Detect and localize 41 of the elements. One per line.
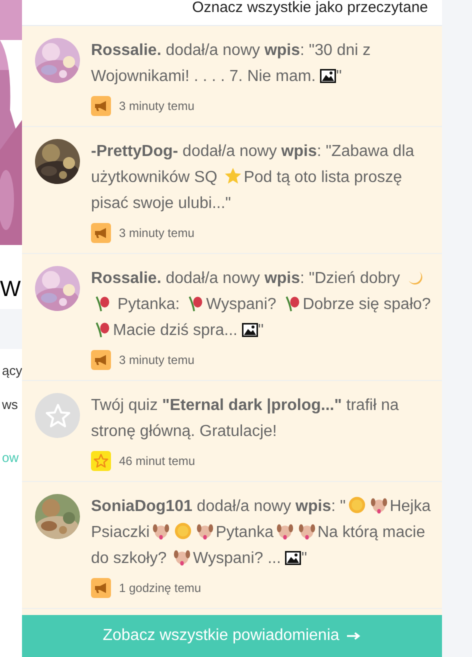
notification-item[interactable]: SoniaDog101 dodał/a nowy wpis: " Hejka Psiaczki Pytanka Na którą macie do szkoły? Wyspani? ... " 1 godzinę temu <box>22 482 442 609</box>
sun-icon <box>174 522 192 540</box>
notification-text: SoniaDog101 dodał/a nowy wpis: " Hejka Psiaczki Pytanka Na którą macie do szkoły? Wyspani? ... " <box>91 495 432 569</box>
notification-time: 1 godzinę temu <box>119 580 202 597</box>
page-text: ws <box>2 396 19 414</box>
image-icon <box>285 551 302 565</box>
dog-face-icon <box>173 548 192 566</box>
notification-item[interactable]: -PrettyDog- dodał/a nowy wpis: "Zabawa dla użytkowników SQ Pod tą oto lista proszę pisać swoje ulubi..." 3 minuty temu <box>22 127 442 254</box>
dog-face-icon <box>196 522 214 540</box>
megaphone-icon <box>91 223 111 243</box>
notification-item[interactable]: Rossalie. dodał/a nowy wpis: "30 dni z Wojownikami! . . . . 7. Nie mam. " 3 minuty temu <box>22 26 442 127</box>
sun-icon <box>348 496 366 514</box>
notification-time: 3 minuty temu <box>119 98 194 115</box>
notification-text: Rossalie. dodał/a nowy wpis: "Dzień dobry Pytanka: Wyspani? Dobrze się spało? Macie dziś spra... " <box>91 267 432 341</box>
arrow-right-icon <box>347 631 362 641</box>
page-text: ący <box>2 362 22 380</box>
star-icon <box>224 167 242 185</box>
rose-icon <box>186 294 204 312</box>
notification-time: 3 minuty temu <box>119 352 194 369</box>
mark-all-read-link[interactable]: Oznacz wszystkie jako przeczytane <box>192 0 428 16</box>
star-avatar-icon <box>35 393 80 438</box>
megaphone-icon <box>91 578 111 598</box>
page-heading: W <box>0 274 21 302</box>
dog-face-icon <box>152 522 170 540</box>
image-icon <box>320 69 336 83</box>
notification-time: 46 minut temu <box>119 453 196 470</box>
rose-icon <box>93 320 111 338</box>
notification-time: 3 minuty temu <box>119 225 194 242</box>
notification-text: Rossalie. dodał/a nowy wpis: "30 dni z Wojownikami! . . . . 7. Nie mam. " <box>91 41 372 87</box>
notification-item[interactable]: Twój quiz "Eternal dark |prolog..." trafił na stronę główną. Gratulacje! 46 minut temu <box>22 381 442 482</box>
dog-face-icon <box>298 522 316 540</box>
notification-text: -PrettyDog- dodał/a nowy wpis: "Zabawa dla użytkowników SQ Pod tą oto lista proszę pisać swoje ulubi..." <box>91 142 416 214</box>
notification-item[interactable]: Rossalie. dodał/a nowy wpis: "Dzień dobry Pytanka: Wyspani? Dobrze się spało? Macie dziś spra... " 3 minuty temu <box>22 254 442 381</box>
star-badge-icon <box>91 451 111 471</box>
rose-icon <box>93 294 111 312</box>
dog-face-icon <box>276 522 294 540</box>
megaphone-icon <box>91 350 111 370</box>
notification-text: Twój quiz "Eternal dark |prolog..." trafił na stronę główną. Gratulacje! <box>91 396 400 442</box>
dog-face-icon <box>370 496 388 514</box>
image-icon <box>242 323 258 337</box>
megaphone-icon <box>91 96 111 116</box>
